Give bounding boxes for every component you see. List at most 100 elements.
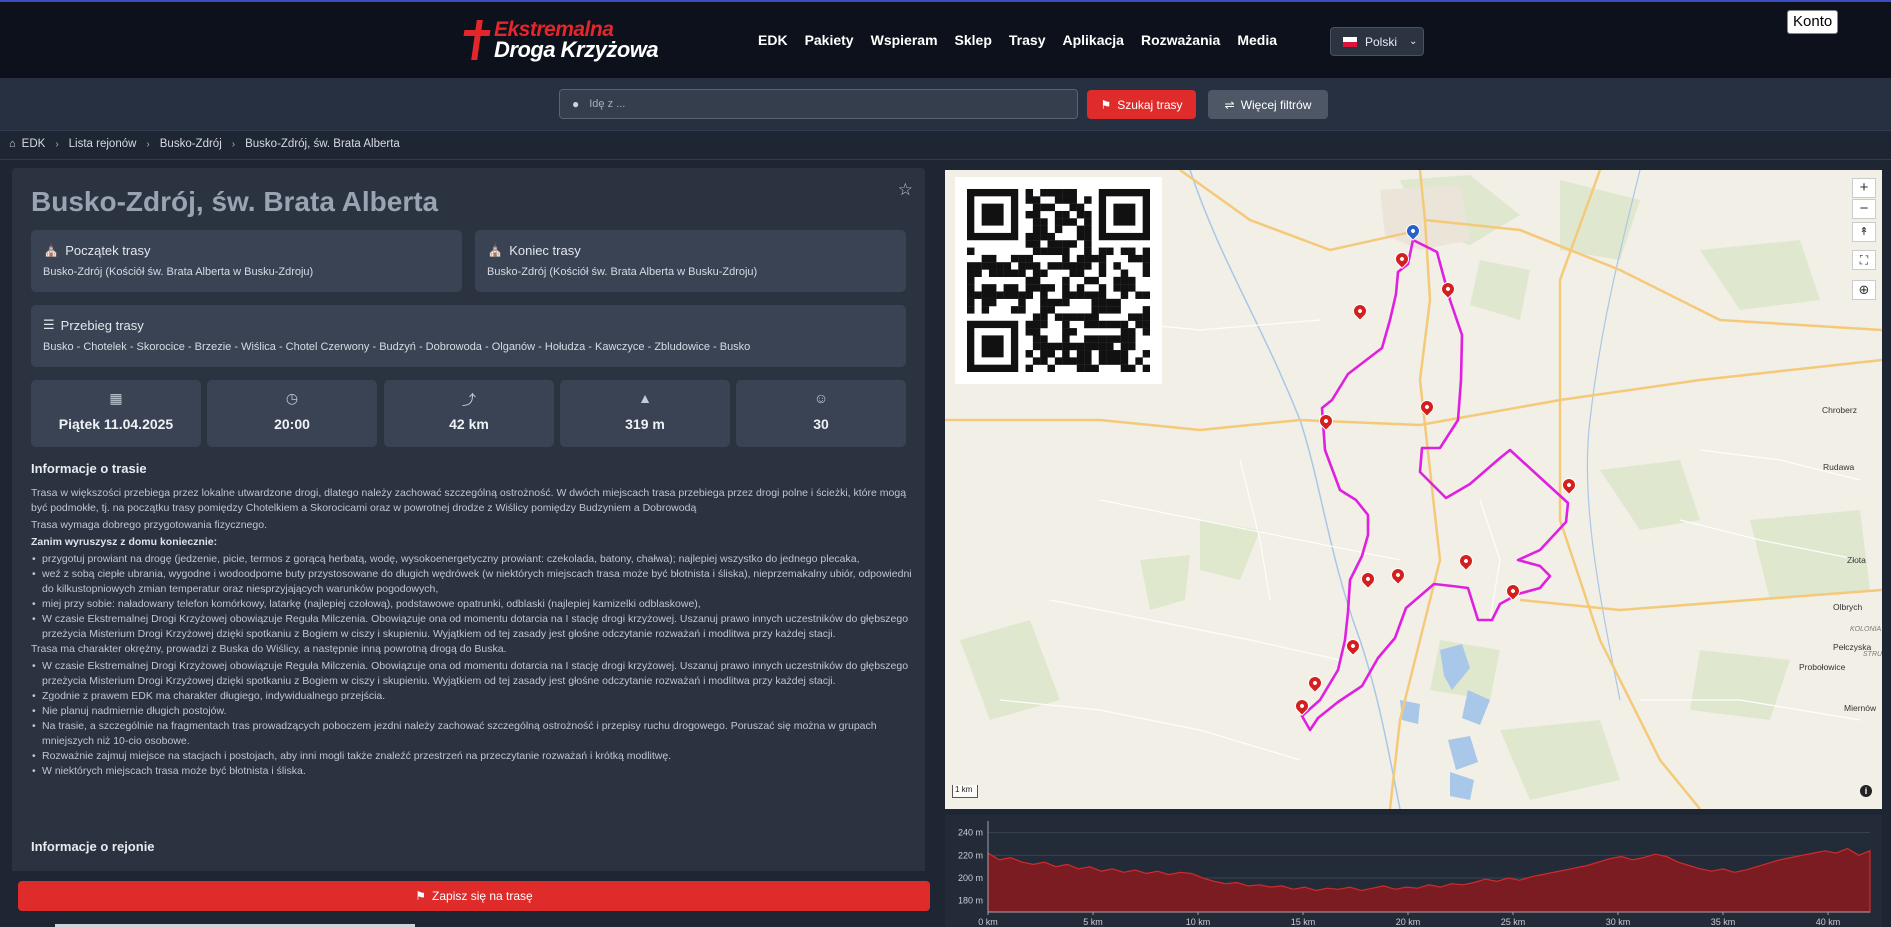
locate-icon[interactable]: ⊕ bbox=[1852, 280, 1876, 300]
qr-module bbox=[1047, 189, 1055, 197]
nav-item-sklep[interactable]: Sklep bbox=[955, 32, 992, 48]
qr-module bbox=[967, 262, 975, 270]
language-selector[interactable]: Polski ⌄ bbox=[1330, 27, 1424, 56]
route-icon: ⚑ bbox=[415, 889, 427, 903]
qr-module bbox=[1032, 196, 1041, 204]
elevation-value: 319 m bbox=[625, 416, 665, 432]
zoom-out-button[interactable]: − bbox=[1852, 199, 1876, 219]
home-icon: ⌂ bbox=[9, 138, 16, 150]
distance-icon: ⤴ bbox=[462, 392, 476, 408]
qr-module bbox=[1142, 262, 1150, 270]
qr-module bbox=[1062, 189, 1070, 197]
map-place-label: Rudawa bbox=[1823, 462, 1855, 472]
qr-finder bbox=[1113, 203, 1136, 226]
signup-button[interactable]: ⚑ Zapisz się na trasę bbox=[18, 881, 930, 911]
qr-module bbox=[1040, 203, 1048, 212]
qr-module bbox=[1113, 335, 1121, 343]
breadcrumb-busko[interactable]: Busko-Zdrój bbox=[160, 138, 222, 150]
nav-item-pakiety[interactable]: Pakiety bbox=[805, 32, 854, 48]
qr-module bbox=[1120, 320, 1129, 329]
qr-module bbox=[1098, 269, 1107, 277]
language-label: Polski bbox=[1365, 34, 1398, 49]
qr-module bbox=[1128, 313, 1136, 321]
qr-module bbox=[1010, 306, 1019, 314]
qr-module bbox=[1018, 269, 1026, 277]
pin-dot bbox=[1510, 588, 1516, 594]
start-card: ⛪ Początek trasy Busko-Zdrój (Kościół św.… bbox=[31, 230, 462, 292]
qr-module bbox=[1040, 350, 1048, 358]
qr-module bbox=[1091, 335, 1099, 343]
qr-module bbox=[1120, 364, 1129, 372]
qr-module bbox=[1084, 232, 1092, 241]
qr-module bbox=[1076, 291, 1085, 299]
qr-module bbox=[1084, 357, 1092, 365]
nav-item-aplikacja[interactable]: Aplikacja bbox=[1062, 32, 1123, 48]
qr-module bbox=[1084, 350, 1092, 358]
rules-list: W czasie Ekstremalnej Drogi Krzyżowej ob… bbox=[32, 659, 921, 779]
route-icon: ⚑ bbox=[1100, 97, 1112, 112]
qr-module bbox=[1142, 313, 1150, 321]
qr-module bbox=[1120, 357, 1129, 365]
qr-module bbox=[1084, 210, 1092, 219]
qr-module bbox=[1032, 262, 1041, 270]
qr-module bbox=[1069, 342, 1077, 351]
qr-module bbox=[1076, 313, 1085, 321]
qr-module bbox=[1076, 210, 1085, 219]
fullscreen-icon[interactable]: ⛶ bbox=[1852, 250, 1876, 270]
qr-module bbox=[1040, 342, 1048, 351]
qr-finder bbox=[981, 335, 1004, 358]
qr-module bbox=[1135, 313, 1143, 321]
qr-module bbox=[1018, 254, 1026, 263]
breadcrumb-edk[interactable]: EDK bbox=[22, 138, 46, 150]
map-place-label: Miernów bbox=[1844, 703, 1877, 713]
qr-module bbox=[1025, 196, 1034, 204]
more-filters-button[interactable]: ⇌ Więcej filtrów bbox=[1208, 90, 1328, 119]
qr-module bbox=[1098, 320, 1107, 329]
edk-logo[interactable]: Ekstremalna Droga Krzyżowa bbox=[462, 19, 659, 61]
qr-module bbox=[1091, 291, 1099, 299]
search-field[interactable]: ● bbox=[559, 89, 1078, 119]
qr-module bbox=[996, 291, 1004, 299]
nav-item-wspieram[interactable]: Wspieram bbox=[871, 32, 938, 48]
favorite-star-icon[interactable]: ☆ bbox=[898, 180, 913, 200]
qr-module bbox=[1032, 328, 1041, 336]
qr-module bbox=[1018, 306, 1026, 314]
elevation-profile: 240 m 220 m 200 m 180 m 0 km 5 km 10 km 15 km 20… bbox=[945, 815, 1882, 927]
qr-module bbox=[1025, 240, 1034, 248]
qr-module bbox=[1120, 328, 1129, 336]
qr-module bbox=[1047, 284, 1055, 292]
qr-module bbox=[1054, 262, 1063, 270]
list-item: przygotuj prowiant na drogę (jedzenie, p… bbox=[32, 552, 921, 567]
search-route-button[interactable]: ⚑ Szukaj trasy bbox=[1087, 90, 1196, 119]
nav-item-edk[interactable]: EDK bbox=[758, 32, 788, 48]
compass-icon[interactable]: ↟ bbox=[1852, 222, 1876, 242]
qr-module bbox=[1062, 298, 1070, 307]
search-input[interactable] bbox=[589, 98, 1060, 110]
pin-dot bbox=[1323, 418, 1329, 424]
pin-dot bbox=[1299, 703, 1305, 709]
breadcrumb: ⌂ EDK › Lista rejonów › Busko-Zdrój › Bu… bbox=[9, 138, 400, 150]
main-nav: EDK Pakiety Wspieram Sklep Trasy Aplikac… bbox=[758, 32, 1294, 48]
end-label: Koniec trasy bbox=[509, 242, 581, 258]
qr-module bbox=[1142, 320, 1150, 329]
nav-item-trasy[interactable]: Trasy bbox=[1009, 32, 1046, 48]
qr-module bbox=[1040, 269, 1048, 277]
zoom-in-button[interactable]: + bbox=[1852, 178, 1876, 198]
qr-module bbox=[967, 276, 975, 285]
account-button[interactable]: Konto bbox=[1787, 10, 1839, 34]
chevron-right-icon: › bbox=[231, 138, 236, 150]
nav-item-media[interactable]: Media bbox=[1237, 32, 1277, 48]
qr-module bbox=[1091, 276, 1099, 285]
info-icon[interactable]: i bbox=[1860, 785, 1872, 797]
pin-dot bbox=[1566, 482, 1572, 488]
top-navbar: Ekstremalna Droga Krzyżowa EDK Pakiety W… bbox=[0, 0, 1891, 78]
page-title: Busko-Zdrój, św. Brata Alberta bbox=[31, 186, 439, 217]
time-value: 20:00 bbox=[274, 416, 310, 432]
breadcrumb-regions[interactable]: Lista rejonów bbox=[69, 138, 137, 150]
x-tick-label: 20 km bbox=[1396, 917, 1421, 927]
qr-module bbox=[1062, 196, 1070, 204]
date-value: Piątek 11.04.2025 bbox=[58, 416, 174, 432]
nav-item-rozwazania[interactable]: Rozważania bbox=[1141, 32, 1220, 48]
qr-module bbox=[1120, 342, 1129, 351]
qr-module bbox=[1106, 357, 1114, 365]
